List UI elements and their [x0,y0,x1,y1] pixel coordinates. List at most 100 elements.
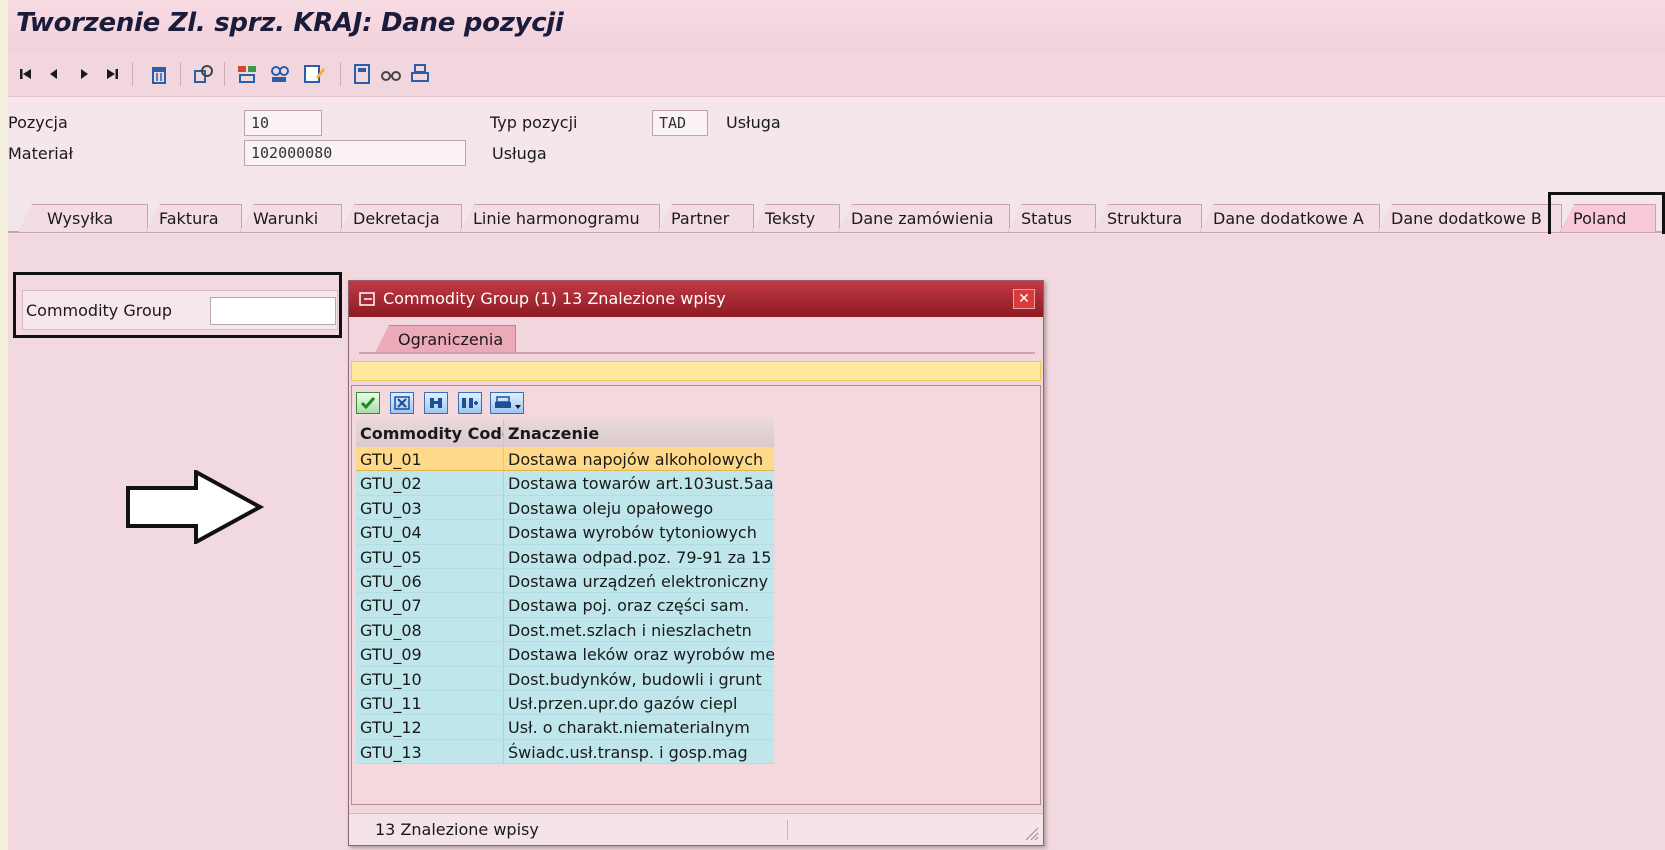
table-row[interactable]: GTU_09 Dostawa leków oraz wyrobów med [356,642,774,667]
item-type-field[interactable]: TAD [652,110,708,136]
meaning-cell: Dostawa odpad.poz. 79-91 za 15 [508,547,772,567]
tab-warunki[interactable]: Warunki [240,204,342,232]
tab-teksty[interactable]: Teksty [752,204,840,232]
commodity-code-cell: GTU_08 [356,617,504,642]
tab-dane-dodatkowe-b[interactable]: Dane dodatkowe B [1378,204,1562,232]
calculator-icon[interactable] [350,62,374,86]
application-toolbar [8,50,1665,97]
restriction-bar [351,361,1041,381]
commodity-code-cell: GTU_13 [356,739,504,764]
hit-list-frame: Commodity Code Znaczenie GTU_01 Dostawa n… [351,385,1041,805]
table-row[interactable]: GTU_02 Dostawa towarów art.103ust.5aa [356,471,774,496]
title-bar: Tworzenie Zl. sprz. KRAJ: Dane pozycji [8,0,1665,50]
commodity-code-cell: GTU_10 [356,666,504,690]
popup-title: Commodity Group (1) 13 Znalezione wpisy [383,289,726,308]
commodity-code-cell: GTU_03 [356,495,504,520]
table-row[interactable]: GTU_13 Świadc.usł.transp. i gosp.mag [356,739,774,765]
header-overview-icon[interactable] [266,62,294,86]
meaning-cell: Dostawa oleju opałowego [508,498,714,518]
tab-dekretacja[interactable]: Dekretacja [340,204,462,232]
commodity-code-cell: GTU_01 [356,447,504,471]
first-page-icon[interactable] [16,62,36,86]
commodity-code-cell: GTU_09 [356,642,504,666]
material-label: Materiał [8,144,74,163]
meaning-cell: Świadc.usł.transp. i gosp.mag [508,742,748,762]
meaning-cell: Dostawa napojów alkoholowych [508,450,764,469]
table-row[interactable]: GTU_12 Usł. o charakt.niematerialnym [356,715,774,740]
prev-page-icon[interactable] [44,62,64,86]
commodity-code-cell: GTU_06 [356,568,504,593]
commodity-group-label: Commodity Group [26,301,173,320]
last-page-icon[interactable] [102,62,122,86]
tab-wysylka[interactable]: Wysyłka [18,204,148,232]
popup-title-bar[interactable]: Commodity Group (1) 13 Znalezione wpisy … [349,281,1043,317]
subtab-baseline [359,352,1035,354]
commodity-code-cell: GTU_04 [356,520,504,544]
toolbar-separator [340,62,341,86]
table-row[interactable]: GTU_04 Dostawa wyrobów tytoniowych [356,520,774,545]
next-page-icon[interactable] [74,62,94,86]
table-row[interactable]: GTU_05 Dostawa odpad.poz. 79-91 za 15 [356,544,774,569]
tab-linie-harmonogramu[interactable]: Linie harmonogramu [460,204,660,232]
window-title: Tworzenie Zl. sprz. KRAJ: Dane pozycji [16,8,564,38]
table-row[interactable]: GTU_10 Dost.budynków, budowli i grunt [356,666,774,691]
popup-status-bar: 13 Znalezione wpisy [349,813,1043,845]
item-type-label: Typ pozycji [490,113,578,132]
confirm-icon[interactable] [356,392,380,414]
meaning-cell: Dostawa leków oraz wyrobów med [508,645,774,665]
tab-struktura[interactable]: Struktura [1094,204,1202,232]
material-field[interactable]: 102000080 [244,140,466,166]
resize-grip-icon[interactable] [1023,825,1039,841]
tab-faktura[interactable]: Faktura [146,204,242,232]
meaning-cell: Dost.met.szlach i nieszlachetn [508,620,752,640]
table-row[interactable]: GTU_07 Dostawa poj. oraz części sam. [356,593,774,618]
item-overview-icon[interactable] [234,62,262,86]
meaning-cell: Dostawa wyrobów tytoniowych [508,523,757,543]
column-header-znaczenie[interactable]: Znaczenie [504,419,774,447]
find-icon[interactable] [424,392,448,414]
material-description: Usługa [492,144,547,163]
meaning-cell: Dostawa towarów art.103ust.5aa [508,474,774,494]
right-arrow-icon [126,470,265,544]
tab-dane-zamowienia[interactable]: Dane zamówienia [838,204,1010,232]
column-header-commodity-code[interactable]: Commodity Code [356,419,504,447]
tab-ograniczenia[interactable]: Ograniczenia [375,325,517,353]
item-header-form: Pozycja 10 Typ pozycji TAD Usługa Materi… [8,97,1665,197]
display-object-icon[interactable] [190,62,216,86]
table-header: Commodity Code Znaczenie [356,419,774,447]
tab-status[interactable]: Status [1008,204,1096,232]
table-row[interactable]: GTU_03 Dostawa oleju opałowego [356,495,774,521]
table-row[interactable]: GTU_01 Dostawa napojów alkoholowych [356,447,774,472]
commodity-code-cell: GTU_02 [356,471,504,495]
meaning-cell: Dostawa urządzeń elektroniczny [508,571,769,591]
toolbar-separator [132,62,133,86]
item-field[interactable]: 10 [244,110,322,136]
meaning-cell: Dost.budynków, budowli i grunt [508,669,762,689]
status-text: 13 Znalezione wpisy [375,820,539,839]
commodity-code-cell: GTU_07 [356,593,504,617]
toolbar-separator [224,62,225,86]
table-row[interactable]: GTU_08 Dost.met.szlach i nieszlachetn [356,617,774,643]
print-list-icon[interactable] [490,392,524,414]
glasses-icon[interactable] [378,62,404,86]
close-icon[interactable]: ✕ [1013,289,1035,309]
item-tabstrip: Wysyłka Faktura Warunki Dekretacja Linie… [8,200,1665,234]
table-row[interactable]: GTU_06 Dostawa urządzeń elektroniczny [356,568,774,594]
tab-partner[interactable]: Partner [658,204,754,232]
commodity-code-cell: GTU_12 [356,715,504,739]
meaning-cell: Dostawa poj. oraz części sam. [508,596,750,616]
table-row[interactable]: GTU_11 Usł.przen.upr.do gazów ciepl [356,690,774,716]
print-icon[interactable] [408,62,432,86]
commodity-group-field[interactable] [210,297,336,325]
delete-icon[interactable] [146,62,172,86]
left-edge [0,0,8,850]
meaning-cell: Usł. o charakt.niematerialnym [508,718,750,738]
meaning-cell: Usł.przen.upr.do gazów ciepl [508,693,738,713]
find-next-icon[interactable] [458,392,482,414]
edit-details-icon[interactable] [300,62,328,86]
item-type-description: Usługa [726,113,781,132]
cancel-icon[interactable] [390,392,414,414]
status-separator [787,820,788,840]
item-label: Pozycja [8,113,68,132]
tab-dane-dodatkowe-a[interactable]: Dane dodatkowe A [1200,204,1380,232]
